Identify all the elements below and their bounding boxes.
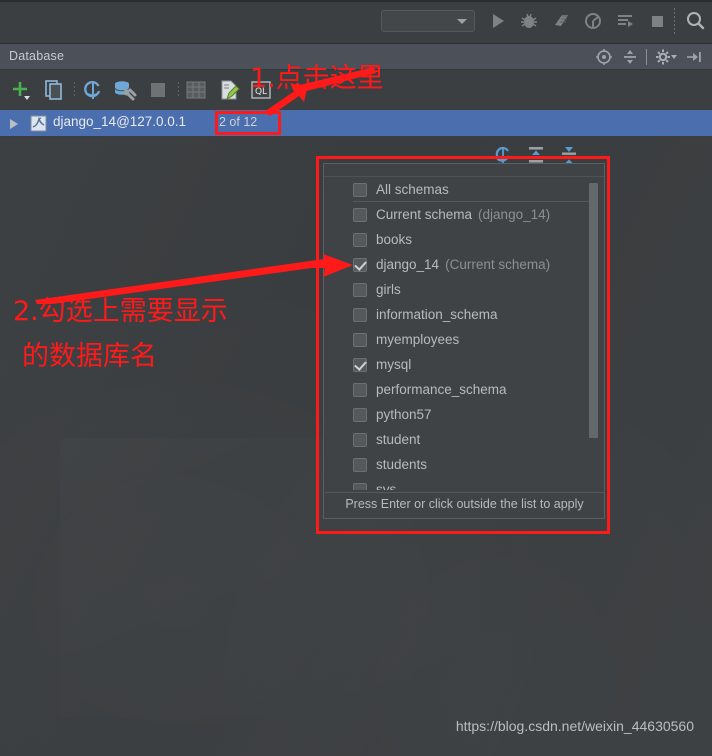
app-root: Database QL django_14@127.0.0.1 2 of 12 … [0, 0, 712, 756]
run-configuration-selector[interactable] [381, 10, 475, 32]
toolbar-divider [178, 82, 179, 98]
add-data-source-icon[interactable] [10, 79, 32, 101]
coverage-icon[interactable] [550, 10, 572, 32]
annotation-step1-text: 1.点击这里 [250, 63, 384, 94]
modify-table-icon[interactable] [218, 79, 240, 101]
highlight-box-popup [316, 156, 610, 534]
locate-icon[interactable] [595, 48, 613, 66]
top-toolbar [0, 0, 712, 44]
duplicate-icon[interactable] [43, 79, 65, 101]
data-source-properties-icon[interactable] [113, 79, 137, 101]
chevron-down-icon [457, 19, 467, 24]
hide-panel-icon[interactable] [684, 48, 702, 66]
annotation-step2-line2: 的数据库名 [22, 341, 157, 372]
table-editor-icon [185, 79, 207, 101]
watermark-url: https://blog.csdn.net/weixin_44630560 [455, 718, 694, 734]
window-top-edge [0, 0, 712, 2]
profile-icon[interactable] [582, 10, 604, 32]
attach-icon[interactable] [614, 10, 636, 32]
settings-gear-icon[interactable] [655, 48, 677, 66]
debug-icon[interactable] [518, 10, 540, 32]
chevron-down-icon [671, 55, 677, 59]
collapse-all-icon[interactable] [621, 48, 639, 66]
header-divider [646, 49, 647, 65]
toolbar-divider [674, 8, 675, 34]
run-icon[interactable] [486, 10, 508, 32]
data-source-label: django_14@127.0.0.1 [53, 114, 187, 129]
refresh-icon[interactable] [82, 79, 104, 101]
stop-icon[interactable] [646, 10, 668, 32]
stop-icon [147, 79, 169, 101]
expand-arrow-icon[interactable] [10, 119, 18, 129]
annotation-step2-line1: 2.勾选上需要显示 [13, 296, 228, 327]
panel-title: Database [9, 49, 65, 63]
toolbar-divider [74, 82, 75, 98]
search-icon[interactable] [684, 10, 706, 32]
mysql-datasource-icon [30, 115, 47, 132]
